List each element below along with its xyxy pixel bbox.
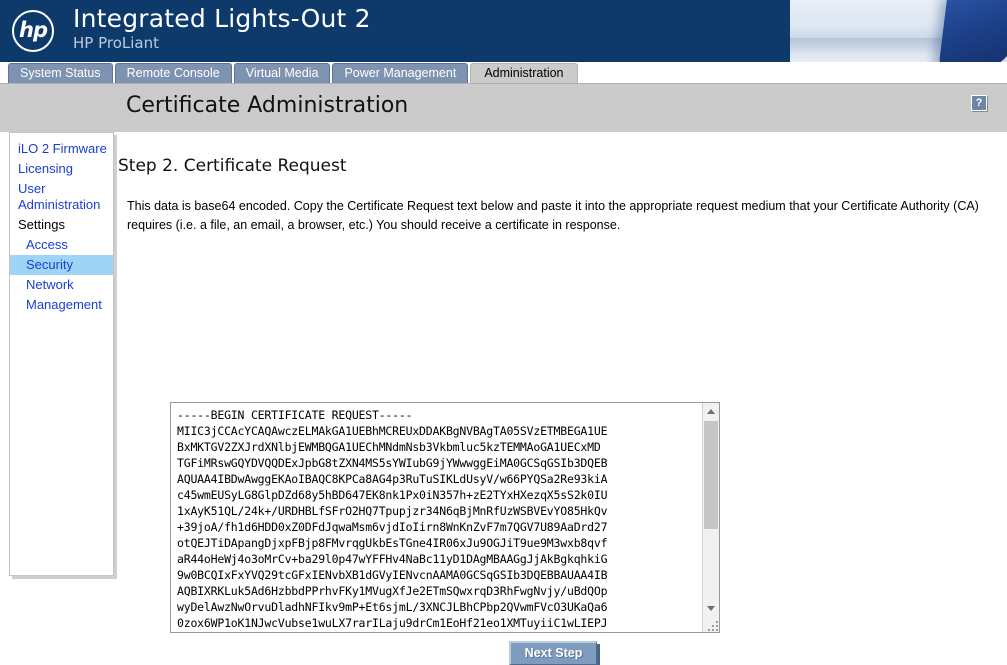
sidebar-item-access[interactable]: Access: [10, 235, 113, 255]
app-subtitle: HP ProLiant: [73, 34, 159, 52]
content-area: iLO 2 Firmware Licensing User Administrati…: [0, 132, 1007, 665]
tab-list: System Status Remote Console Virtual Media…: [8, 62, 1007, 83]
hp-logo-text: hp: [19, 17, 48, 42]
banner-titles: Integrated Lights-Out 2 HP ProLiant: [73, 4, 371, 53]
banner-photo: [790, 0, 1007, 62]
sidebar-item-security[interactable]: Security: [10, 255, 113, 275]
page-title-band: Certificate Administration ?: [0, 83, 1007, 132]
sidebar-item-settings: Settings: [18, 217, 65, 232]
main-panel: Step 2. Certificate Request This data is…: [118, 132, 1007, 235]
certificate-request-textarea[interactable]: -----BEGIN CERTIFICATE REQUEST----- MIIC…: [170, 402, 720, 633]
sidebar-item-management[interactable]: Management: [10, 295, 113, 315]
sidebar-item-user-administration[interactable]: User Administration: [10, 179, 113, 215]
sidebar-item-list: iLO 2 Firmware Licensing User Administrati…: [10, 139, 113, 315]
sidebar-item-network[interactable]: Network: [10, 275, 113, 295]
tab-remote-console[interactable]: Remote Console: [114, 63, 232, 83]
next-step-button[interactable]: Next Step: [509, 641, 597, 665]
sidebar-nav: iLO 2 Firmware Licensing User Administrati…: [9, 132, 114, 576]
page-title: Certificate Administration: [126, 93, 409, 118]
tab-virtual-media[interactable]: Virtual Media: [233, 63, 331, 83]
app-title: Integrated Lights-Out 2: [73, 4, 371, 33]
step-heading: Step 2. Certificate Request: [118, 156, 347, 176]
help-icon[interactable]: ?: [971, 95, 987, 111]
sidebar-item-licensing[interactable]: Licensing: [10, 159, 113, 179]
scroll-up-arrow-icon[interactable]: [703, 403, 719, 419]
sidebar-item-ilo-2-firmware[interactable]: iLO 2 Firmware: [10, 139, 113, 159]
scrollbar-thumb[interactable]: [704, 421, 718, 529]
app-banner: hp Integrated Lights-Out 2 HP ProLiant: [0, 0, 1007, 62]
scroll-down-arrow-icon[interactable]: [703, 600, 719, 616]
tab-administration[interactable]: Administration: [470, 63, 578, 83]
certificate-scrollbar[interactable]: [702, 403, 719, 632]
tab-strip: System Status Remote Console Virtual Media…: [0, 62, 1007, 83]
tab-power-management[interactable]: Power Management: [332, 63, 469, 83]
resize-grip-icon[interactable]: [706, 619, 718, 631]
certificate-request-text[interactable]: -----BEGIN CERTIFICATE REQUEST----- MIIC…: [171, 403, 702, 632]
hp-logo-icon: hp: [12, 10, 54, 52]
tab-system-status[interactable]: System Status: [8, 63, 113, 83]
step-description: This data is base64 encoded. Copy the Ce…: [127, 199, 979, 232]
